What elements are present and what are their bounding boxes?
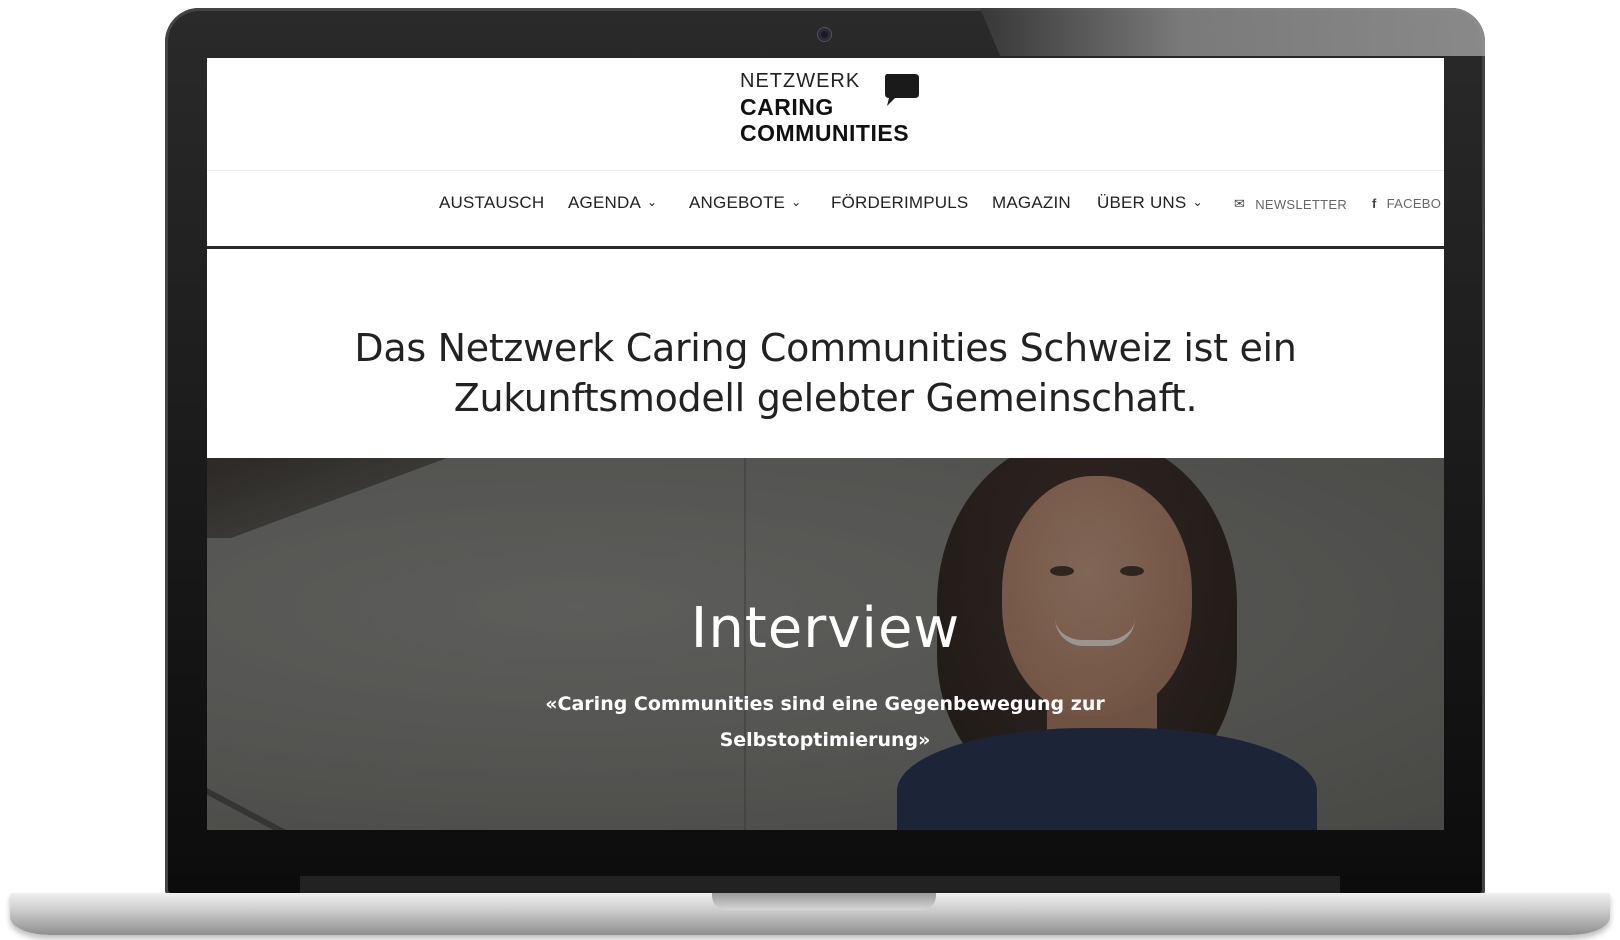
lid-glare	[980, 8, 1485, 56]
nav-newsletter-link[interactable]: ✉ NEWSLETTER	[1234, 196, 1347, 212]
hero-quote[interactable]: «Caring Communities sind eine Gegenbeweg…	[525, 686, 1125, 758]
nav-item-angebote[interactable]: ANGEBOTE ⌄	[689, 193, 801, 213]
laptop-hinge	[300, 876, 1340, 894]
envelope-icon: ✉	[1234, 196, 1246, 211]
chevron-down-icon: ⌄	[647, 195, 658, 209]
nav-item-austausch[interactable]: AUSTAUSCH	[439, 193, 544, 213]
chevron-down-icon: ⌄	[1192, 195, 1203, 209]
speech-bubble-icon	[885, 74, 919, 106]
browser-viewport: NETZWERK CARING COMMUNITIES AUSTAUSCH AG…	[207, 58, 1444, 830]
newsletter-label: NEWSLETTER	[1255, 196, 1348, 212]
laptop-notch	[712, 893, 936, 910]
hero-quote-line-2: Selbstoptimierung»	[719, 729, 931, 751]
hero-title: Interview	[690, 596, 961, 661]
page-headline: Das Netzwerk Caring Communities Schweiz …	[207, 323, 1444, 423]
nav-underline	[207, 246, 1444, 249]
nav-item-foerderimpuls[interactable]: FÖRDERIMPULS	[831, 193, 968, 213]
main-navigation: AUSTAUSCH AGENDA ⌄ ANGEBOTE ⌄ FÖRDERIMPU…	[207, 193, 1444, 233]
site-logo[interactable]: NETZWERK CARING COMMUNITIES	[740, 70, 940, 150]
nav-item-label: AGENDA	[568, 193, 641, 212]
nav-facebook-link[interactable]: f FACEBO	[1372, 196, 1441, 211]
nav-item-agenda[interactable]: AGENDA ⌄	[568, 193, 657, 213]
headline-line-1: Das Netzwerk Caring Communities Schweiz …	[354, 326, 1297, 371]
hero-interview-banner[interactable]: Interview «Caring Communities sind eine …	[207, 458, 1444, 830]
header-divider	[207, 170, 1444, 171]
logo-line-communities: COMMUNITIES	[740, 120, 910, 146]
nav-item-magazin[interactable]: MAGAZIN	[992, 193, 1071, 213]
nav-item-label: MAGAZIN	[992, 193, 1071, 212]
nav-item-label: AUSTAUSCH	[439, 193, 545, 212]
logo-line-netzwerk: NETZWERK	[740, 70, 861, 92]
facebook-label: FACEBO	[1386, 196, 1442, 211]
nav-item-label: FÖRDERIMPULS	[831, 193, 969, 212]
logo-line-caring: CARING	[740, 94, 834, 120]
hero-quote-line-1: «Caring Communities sind eine Gegenbeweg…	[545, 693, 1105, 715]
headline-line-2: Zukunftsmodell gelebter Gemeinschaft.	[453, 376, 1198, 421]
nav-item-label: ANGEBOTE	[689, 193, 786, 212]
webcam-icon	[818, 28, 831, 41]
nav-item-label: ÜBER UNS	[1097, 193, 1187, 212]
facebook-icon: f	[1372, 196, 1377, 211]
chevron-down-icon: ⌄	[791, 195, 802, 209]
nav-item-ueber-uns[interactable]: ÜBER UNS ⌄	[1097, 193, 1203, 213]
